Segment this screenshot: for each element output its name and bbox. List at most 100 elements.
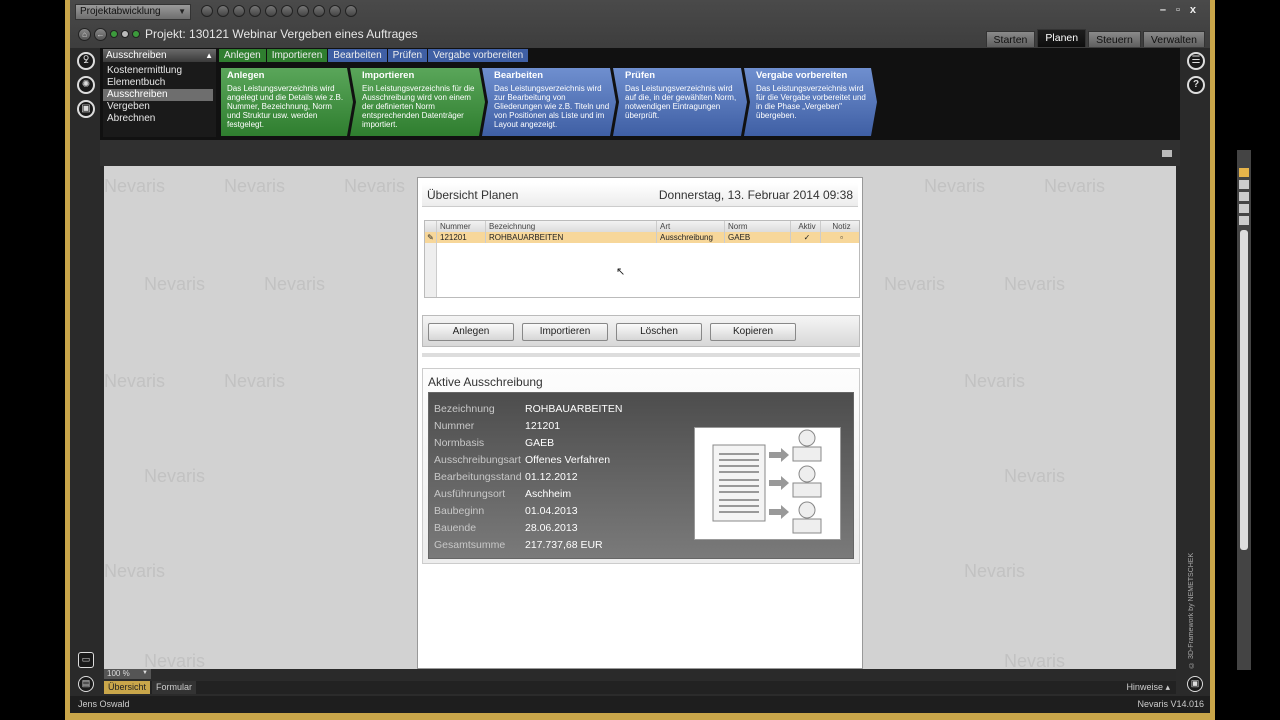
hints-label: Hinweise (1126, 682, 1163, 692)
loeschen-button[interactable]: Löschen (616, 323, 702, 341)
detail-value: ROHBAUARBEITEN (525, 403, 623, 415)
close-button[interactable]: x (1190, 4, 1196, 16)
cell-bezeichnung[interactable]: ROHBAUARBEITEN (486, 232, 657, 243)
scroll-marker[interactable] (1239, 192, 1249, 201)
vertical-scrollbar[interactable] (1237, 150, 1251, 670)
back-icon[interactable]: ← (94, 27, 107, 41)
stage-item-kostenermittlung[interactable]: Kostenermittlung (103, 65, 216, 77)
column-header-nummer[interactable]: Nummer (437, 221, 486, 232)
application-window: Projektabwicklung ▼ – ▫ x ⌂ ← Projekt: 1… (65, 0, 1251, 720)
watermark: Nevaris (144, 651, 206, 669)
brand-vertical: © 3D-Framework by NEMETSCHEK (1188, 552, 1195, 668)
paste-icon[interactable] (281, 5, 293, 17)
cell-art[interactable]: Ausschreibung (657, 232, 725, 243)
step-tab-importieren[interactable]: Importieren (266, 49, 328, 62)
pane-icon[interactable]: ▭ (78, 652, 94, 668)
home-icon[interactable]: ⌂ (78, 27, 91, 41)
chevron-down-icon[interactable]: ▼ (142, 670, 148, 676)
table-row[interactable]: ✎ 121201 ROHBAUARBEITEN Ausschreibung GA… (425, 232, 859, 243)
list-icon[interactable]: ☰ (1187, 52, 1205, 70)
detail-row: Normbasis GAEB (434, 437, 554, 449)
maximize-button[interactable]: ▫ (1176, 4, 1180, 16)
print-icon[interactable] (297, 5, 309, 17)
save-icon[interactable] (233, 5, 245, 17)
stage-item-abrechnen[interactable]: Abrechnen (103, 113, 216, 125)
new-icon[interactable] (201, 5, 213, 17)
help-icon[interactable]: ? (1187, 76, 1205, 94)
step-vergabe-vorbereiten[interactable]: Vergabe vorbereiten Das Leistungsverzeic… (744, 68, 877, 136)
expand-icon[interactable] (1162, 150, 1172, 157)
scroll-marker[interactable] (1239, 204, 1249, 213)
view-tabbar: Übersicht Formular Hinweise ▴ (104, 681, 1176, 694)
stage-header[interactable]: Ausschreiben ▲ (103, 49, 216, 62)
copy-icon[interactable] (265, 5, 277, 17)
step-bearbeiten[interactable]: Bearbeiten Das Leistungsverzeichnis wird… (482, 68, 616, 136)
tab-starten[interactable]: Starten (985, 31, 1036, 47)
document-to-bidders-icon (712, 429, 822, 534)
column-header-aktiv[interactable]: Aktiv (791, 221, 821, 232)
watermark: Nevaris (884, 274, 946, 294)
stage-item-vergeben[interactable]: Vergeben (103, 101, 216, 113)
tab-steuern[interactable]: Steuern (1088, 31, 1141, 47)
tab-uebersicht[interactable]: Übersicht (104, 681, 150, 694)
open-icon[interactable] (217, 5, 229, 17)
sun-icon[interactable]: ✺ (77, 76, 95, 94)
cell-aktiv-checkbox[interactable]: ✓ (791, 232, 821, 243)
note-icon[interactable]: ▫ (821, 232, 859, 243)
column-header-norm[interactable]: Norm (725, 221, 791, 232)
screen-icon[interactable]: ▣ (77, 100, 95, 118)
column-header-notiz[interactable]: Notiz (821, 221, 859, 232)
cell-norm[interactable]: GAEB (725, 232, 791, 243)
detail-label: Baubeginn (434, 505, 485, 517)
step-tab-bearbeiten[interactable]: Bearbeiten (328, 49, 387, 62)
detail-row: Gesamtsumme 217.737,68 EUR (434, 539, 603, 551)
status-dot-grey (121, 30, 129, 38)
redo-icon[interactable] (329, 5, 341, 17)
importieren-button[interactable]: Importieren (522, 323, 608, 341)
stage-header-label: Ausschreiben (106, 50, 167, 61)
stage-navigator: Ausschreiben ▲ Kostenermittlung Elementb… (103, 49, 216, 137)
step-tab-anlegen[interactable]: Anlegen (219, 49, 266, 62)
tab-verwalten[interactable]: Verwalten (1142, 31, 1205, 47)
tab-planen[interactable]: Planen (1037, 29, 1087, 47)
stage-item-elementbuch[interactable]: Elementbuch (103, 77, 216, 89)
detail-label: Ausführungsort (434, 488, 506, 500)
step-tab-pruefen[interactable]: Prüfen (387, 49, 428, 62)
minimize-button[interactable]: – (1160, 4, 1166, 16)
step-description: Das Leistungsverzeichnis wird zur Bearbe… (494, 84, 610, 129)
undo-icon[interactable] (313, 5, 325, 17)
navigation-row: ⌂ ← Projekt: 130121 Webinar Vergeben ein… (78, 27, 418, 41)
cell-nummer[interactable]: 121201 (437, 232, 486, 243)
watermark: Nevaris (924, 176, 986, 196)
watermark: Nevaris (964, 371, 1026, 391)
step-tab-vergabe-vorbereiten[interactable]: Vergabe vorbereiten (428, 49, 529, 62)
cut-icon[interactable] (249, 5, 261, 17)
lightbulb-icon[interactable]: ꝿ (77, 52, 95, 70)
anlegen-button[interactable]: Anlegen (428, 323, 514, 341)
column-header-bezeichnung[interactable]: Bezeichnung (486, 221, 657, 232)
stage-item-ausschreiben[interactable]: Ausschreiben (103, 89, 213, 101)
step-anlegen[interactable]: Anlegen Das Leistungsverzeichnis wird an… (221, 68, 353, 136)
detail-row: Bearbeitungsstand 01.12.2012 (434, 471, 578, 483)
detail-value: 01.12.2012 (525, 471, 578, 483)
collapse-icon[interactable]: ▲ (205, 49, 213, 62)
scroll-marker[interactable] (1239, 216, 1249, 225)
detail-value: Offenes Verfahren (525, 454, 611, 466)
detail-row: Baubeginn 01.04.2013 (434, 505, 578, 517)
detail-label: Ausschreibungsart (434, 454, 521, 466)
close-doc-icon[interactable] (345, 5, 357, 17)
scroll-marker[interactable] (1239, 168, 1249, 177)
detail-label: Normbasis (434, 437, 485, 449)
scroll-marker[interactable] (1239, 180, 1249, 189)
tab-formular[interactable]: Formular (152, 681, 196, 694)
scrollbar-thumb[interactable] (1240, 230, 1248, 550)
panel-icon[interactable]: ▣ (1187, 676, 1203, 692)
layout-icon[interactable]: ▤ (78, 676, 94, 692)
module-dropdown[interactable]: Projektabwicklung ▼ (75, 4, 191, 20)
column-header-art[interactable]: Art (657, 221, 725, 232)
kopieren-button[interactable]: Kopieren (710, 323, 796, 341)
step-pruefen[interactable]: Prüfen Das Leistungsverzeichnis wird auf… (613, 68, 747, 136)
step-importieren[interactable]: Importieren Ein Leistungsverzeichnis für… (350, 68, 485, 136)
hints-toggle[interactable]: Hinweise ▴ (1126, 681, 1170, 694)
step-title: Prüfen (625, 70, 656, 81)
